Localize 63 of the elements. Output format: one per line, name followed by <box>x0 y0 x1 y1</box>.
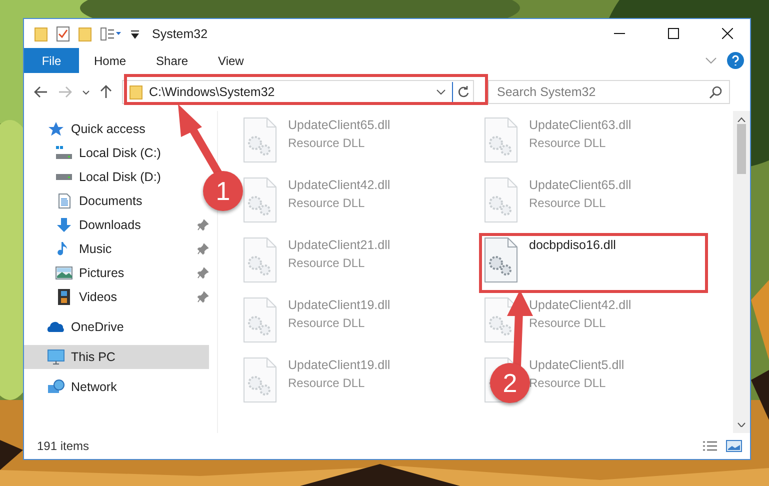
search-field[interactable]: Search System32 <box>488 80 730 104</box>
minimize-icon <box>614 33 624 34</box>
monitor-icon <box>47 349 65 365</box>
ribbon-tab[interactable]: Home <box>79 48 142 73</box>
dll-file-icon <box>483 177 519 223</box>
view-options-icon[interactable] <box>100 26 122 42</box>
scrollbar[interactable] <box>733 111 750 433</box>
dll-file-icon <box>242 297 278 343</box>
help-icon[interactable] <box>727 52 744 69</box>
download-arrow-icon <box>55 217 73 233</box>
pin-icon[interactable] <box>197 267 209 279</box>
dll-file-icon <box>483 117 519 163</box>
scroll-down-icon[interactable] <box>737 422 746 427</box>
back-arrow-icon <box>34 86 48 98</box>
forward-arrow-icon <box>58 86 72 98</box>
address-path: C:\Windows\System32 <box>148 85 276 99</box>
file-menu-button[interactable]: File <box>24 48 79 73</box>
window-title: System32 <box>152 26 209 40</box>
refresh-icon <box>456 86 468 98</box>
nav-item[interactable]: OneDrive <box>24 315 209 339</box>
up-arrow-icon <box>100 85 112 99</box>
nav-item[interactable]: This PC <box>24 345 209 369</box>
nav-item[interactable]: Music <box>24 237 118 261</box>
details-view-icon[interactable] <box>702 440 718 452</box>
pin-icon[interactable] <box>197 243 209 255</box>
network-globe-icon <box>47 379 65 395</box>
drive-icon <box>55 174 73 180</box>
nav-item[interactable]: Local Disk (D:) <box>24 165 167 189</box>
dll-file-icon <box>242 177 278 223</box>
large-icons-view-icon[interactable] <box>726 440 742 452</box>
ribbon-tab[interactable]: View <box>203 48 259 73</box>
cloud-icon <box>47 319 65 335</box>
properties-icon[interactable] <box>56 26 70 42</box>
caret-icon <box>82 90 90 94</box>
scroll-thumb[interactable] <box>737 124 746 174</box>
dll-file-icon <box>242 237 278 283</box>
picture-icon <box>55 265 73 281</box>
dropdown-caret-icon[interactable] <box>436 89 446 95</box>
dll-file-icon <box>483 237 519 283</box>
expand-ribbon-icon[interactable] <box>705 57 717 64</box>
pin-icon[interactable] <box>197 291 209 303</box>
close-icon <box>722 28 732 39</box>
film-icon <box>55 289 73 305</box>
nav-item[interactable]: Network <box>24 375 209 399</box>
nav-item[interactable]: Quick access <box>24 117 209 141</box>
item-count: 191 items <box>37 439 90 453</box>
address-field[interactable]: C:\Windows\System32 <box>122 80 474 104</box>
pin-icon[interactable] <box>197 219 209 231</box>
nav-item[interactable]: Documents <box>24 189 148 213</box>
nav-item[interactable]: Pictures <box>24 261 130 285</box>
nav-item[interactable]: Local Disk (C:) <box>24 141 167 165</box>
folder-icon <box>129 84 143 100</box>
ribbon-tab[interactable]: Share <box>141 48 204 73</box>
search-icon <box>709 86 722 98</box>
maximize-icon <box>668 28 678 39</box>
drive-icon <box>55 145 73 161</box>
nav-item[interactable]: Downloads <box>24 213 147 237</box>
dll-file-icon <box>242 357 278 403</box>
nav-item[interactable]: Videos <box>24 285 123 309</box>
scroll-up-icon[interactable] <box>737 117 746 122</box>
star-icon <box>47 121 65 137</box>
dll-file-icon <box>242 117 278 163</box>
file-item[interactable]: docbpdiso16.dll <box>529 237 616 252</box>
